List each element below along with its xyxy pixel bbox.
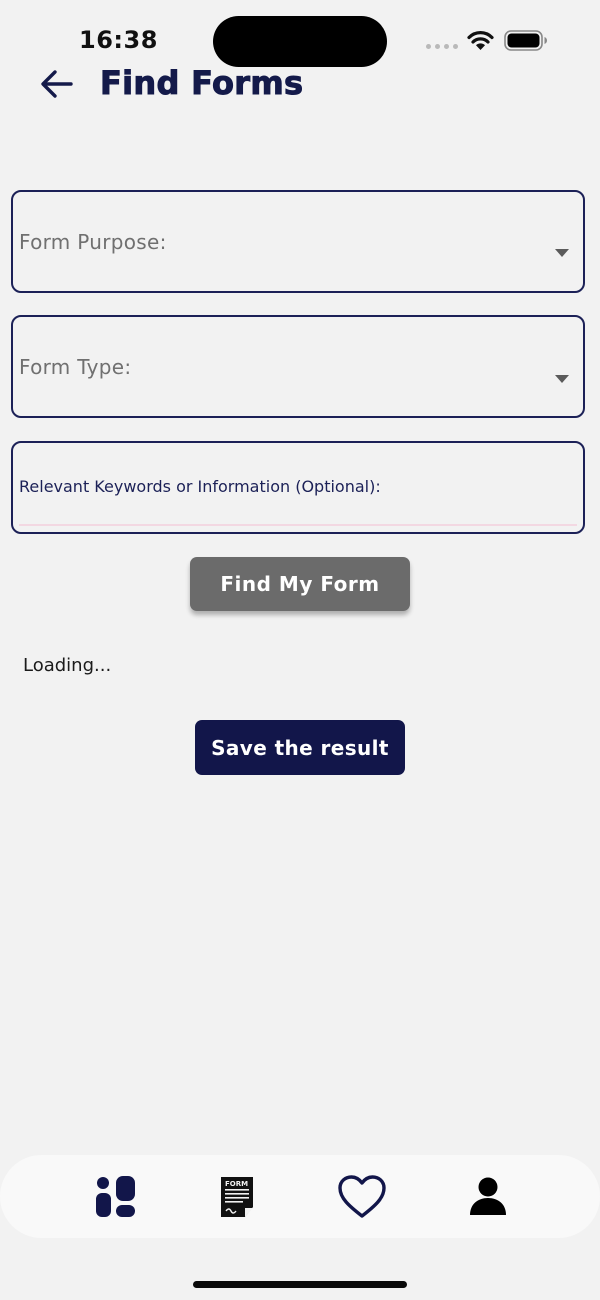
status-time: 16:38: [79, 26, 158, 54]
dynamic-island: [213, 16, 387, 67]
nav-favorites[interactable]: [334, 1169, 390, 1225]
keywords-label: Relevant Keywords or Information (Option…: [19, 477, 381, 496]
save-result-button[interactable]: Save the result: [195, 720, 405, 775]
dropdown-caret-icon: [555, 375, 569, 383]
dashboard-icon: [96, 1176, 135, 1217]
wifi-icon: [467, 31, 494, 50]
form-purpose-label: Form Purpose:: [19, 230, 167, 254]
nav-dashboard[interactable]: [87, 1169, 143, 1225]
user-icon: [470, 1177, 506, 1215]
cellular-signal-icon: [426, 44, 458, 49]
back-arrow-icon[interactable]: [38, 66, 76, 102]
find-my-form-button[interactable]: Find My Form: [190, 557, 410, 611]
bottom-nav-bar: FORM: [0, 1155, 600, 1238]
home-indicator: [193, 1281, 407, 1288]
nav-profile[interactable]: [460, 1169, 516, 1225]
page-title: Find Forms: [99, 64, 304, 103]
form-purpose-dropdown[interactable]: Form Purpose:: [11, 190, 585, 293]
battery-icon: [504, 30, 547, 51]
loading-status: Loading...: [23, 655, 112, 676]
svg-text:FORM: FORM: [225, 1180, 248, 1188]
keywords-input[interactable]: Relevant Keywords or Information (Option…: [11, 441, 585, 534]
input-underline: [19, 524, 577, 526]
form-type-label: Form Type:: [19, 355, 132, 379]
dropdown-caret-icon: [555, 249, 569, 257]
heart-icon: [338, 1175, 386, 1218]
form-type-dropdown[interactable]: Form Type:: [11, 315, 585, 418]
form-document-icon: FORM: [221, 1177, 253, 1217]
nav-forms[interactable]: FORM: [209, 1169, 265, 1225]
